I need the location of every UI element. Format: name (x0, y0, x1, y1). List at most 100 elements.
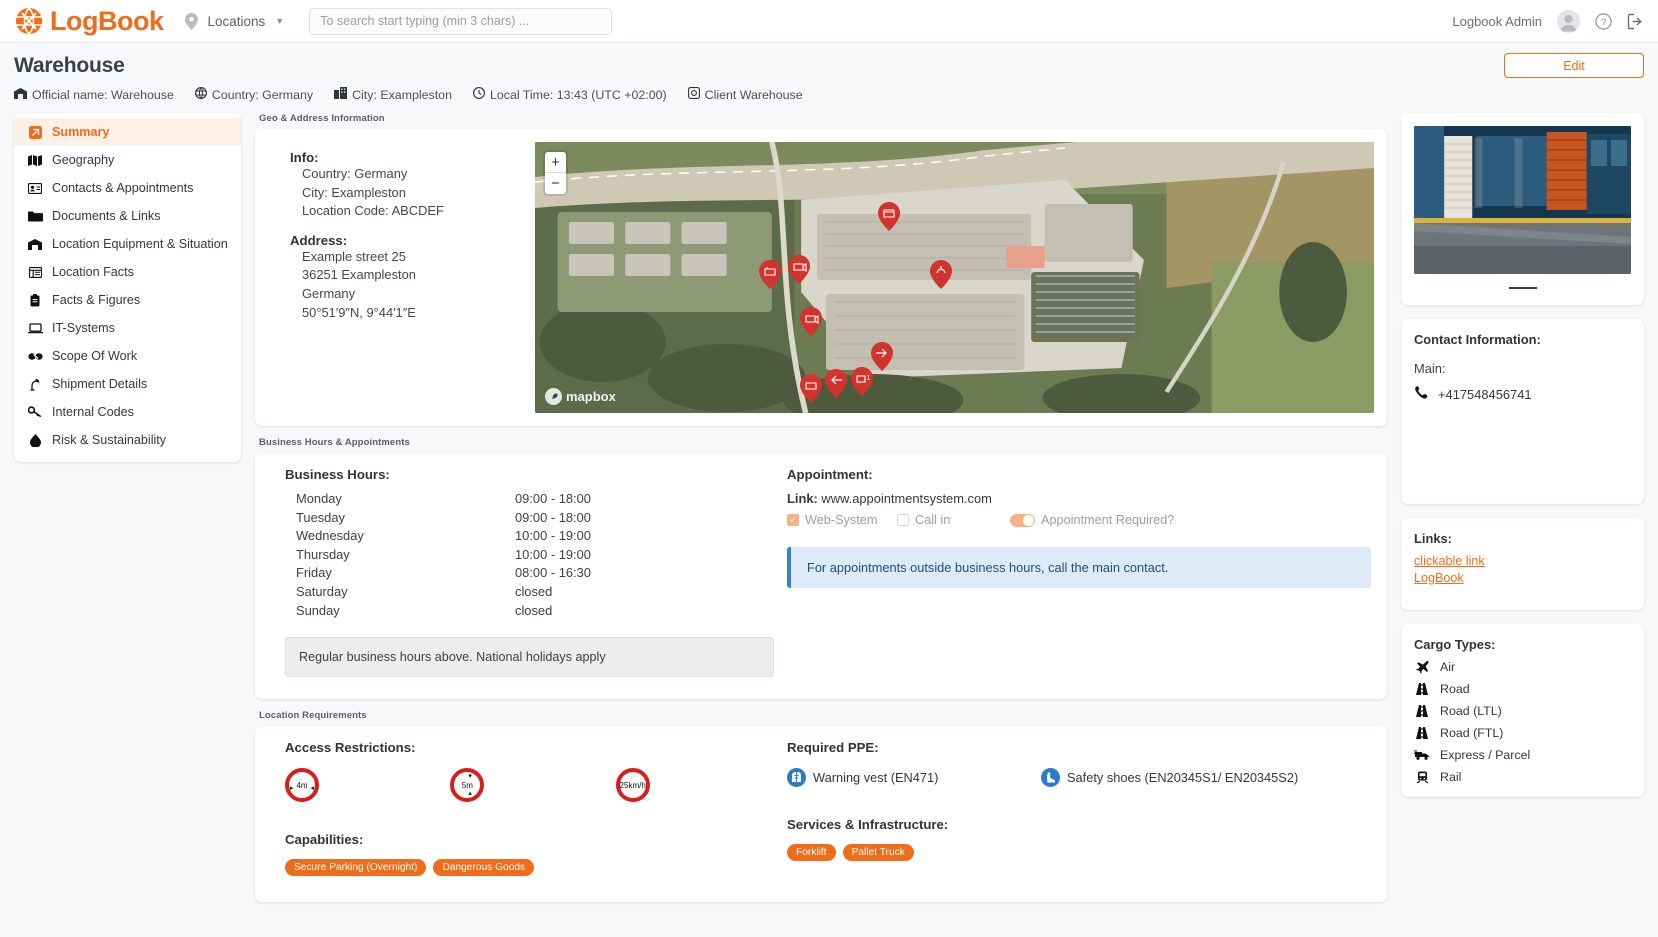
ppe-safety-shoes: Safety shoes (EN20345S1/ EN20345S2) (1041, 768, 1298, 787)
hours-row: Saturdayclosed (285, 583, 781, 602)
hours-time: 09:00 - 18:00 (515, 509, 591, 528)
map-zoom-out-button[interactable]: − (545, 173, 566, 194)
brand-name: LogBook (50, 6, 163, 37)
help-icon[interactable]: ? (1595, 13, 1612, 30)
map-marker[interactable]: 1 (851, 367, 873, 396)
road-icon (1414, 727, 1430, 739)
info-location-code: Location Code: ABCDEF (290, 202, 522, 221)
search-container[interactable] (309, 8, 612, 35)
map-marker[interactable] (759, 260, 781, 289)
map-zoom-in-button[interactable]: + (545, 152, 566, 173)
web-system-label: Web-System (805, 513, 877, 527)
page-meta-row: Official name: Warehouse Country: German… (14, 87, 1644, 102)
location-requirements-card: Access Restrictions: ▸ 4m ◂ ▾ (255, 726, 1387, 902)
capabilities-title: Capabilities: (285, 832, 781, 847)
summary-icon (27, 126, 43, 139)
folder-icon (27, 211, 43, 222)
hours-time: closed (515, 583, 552, 602)
photo-carousel-indicator[interactable] (1509, 287, 1537, 289)
cargo-type-express-parcel: Express / Parcel (1414, 748, 1631, 762)
hours-day: Monday (285, 490, 515, 509)
appointment-required-toggle[interactable]: Appointment Required? (1010, 513, 1174, 527)
cargo-type-road-ftl: Road (FTL) (1414, 726, 1631, 740)
warehouse-icon (27, 239, 43, 250)
sign-slot: ▸ 4m ◂ (285, 768, 450, 802)
business-hours-card: Business Hours: Monday09:00 - 18:00 Tues… (255, 453, 1387, 699)
meta-official-name: Official name: Warehouse (14, 88, 174, 102)
sidebar-item-risk-sustainability[interactable]: Risk & Sustainability (14, 426, 241, 454)
chevron-down-icon: ▼ (275, 16, 284, 26)
sidebar-item-facts-figures[interactable]: Facts & Figures (14, 286, 241, 314)
address-coordinates: 50°51′9″N, 9°44′1″E (290, 304, 522, 323)
sidebar-item-label: Shipment Details (52, 377, 147, 391)
ppe-warning-vest: Warning vest (EN471) (787, 768, 1041, 787)
sidebar-column: Summary Geography Contacts & Appointment… (14, 113, 241, 462)
hours-day: Wednesday (285, 527, 515, 546)
appointment-link-row: Link: www.appointmentsystem.com (787, 491, 1371, 506)
sidebar-item-label: Contacts & Appointments (52, 181, 193, 195)
sidebar-item-location-equipment[interactable]: Location Equipment & Situation (14, 230, 241, 258)
appointment-block: Appointment: Link: www.appointmentsystem… (781, 467, 1371, 677)
sign-value: 5m (462, 781, 473, 790)
cargo-type-road: Road (1414, 682, 1631, 696)
map-marker[interactable] (825, 369, 847, 398)
clipboard-icon (27, 294, 43, 307)
map-marker[interactable] (788, 255, 810, 284)
ppe-list: Warning vest (EN471) Safety shoes (EN203… (787, 768, 1371, 787)
link-logbook[interactable]: LogBook (1414, 571, 1631, 585)
logout-icon[interactable] (1627, 13, 1644, 30)
hours-time: closed (515, 602, 552, 621)
appointment-required-label: Appointment Required? (1041, 513, 1174, 527)
call-in-checkbox[interactable]: Call in (897, 513, 1010, 527)
sidebar-item-label: Summary (52, 125, 109, 139)
sidebar-item-location-facts[interactable]: Location Facts (14, 258, 241, 286)
plane-icon (1414, 661, 1430, 674)
map-marker[interactable] (871, 342, 893, 371)
geo-section-label: Geo & Address Information (259, 113, 1387, 124)
svg-text:1: 1 (867, 375, 871, 382)
cargo-label: Road (LTL) (1440, 704, 1502, 718)
logbook-globe-icon (14, 6, 44, 36)
sidebar-item-scope-of-work[interactable]: Scope Of Work (14, 342, 241, 370)
map-marker[interactable] (930, 260, 952, 289)
service-chip: Forklift (787, 844, 836, 861)
sidebar-item-it-systems[interactable]: IT-Systems (14, 314, 241, 342)
checkbox-checked-icon: ✓ (787, 514, 799, 526)
map-marker[interactable] (800, 374, 822, 403)
edit-button[interactable]: Edit (1504, 53, 1644, 78)
sidebar-item-contacts[interactable]: Contacts & Appointments (14, 174, 241, 202)
sidebar-item-shipment-details[interactable]: Shipment Details (14, 370, 241, 398)
sidebar-item-summary[interactable]: Summary (14, 118, 241, 146)
contact-information-card: Contact Information: Main: +417548456741 (1401, 319, 1644, 504)
clock-icon (473, 87, 485, 102)
sidebar-item-documents[interactable]: Documents & Links (14, 202, 241, 230)
contact-phone-number[interactable]: +417548456741 (1438, 387, 1532, 402)
sidebar-item-label: Internal Codes (52, 405, 134, 419)
warehouse-photo[interactable] (1414, 126, 1631, 274)
map-marker[interactable] (878, 202, 900, 231)
map-zoom-controls[interactable]: + − (545, 152, 566, 194)
main-column: Geo & Address Information Info: Country:… (255, 113, 1387, 913)
address-country: Germany (290, 285, 522, 304)
cargo-label: Express / Parcel (1440, 748, 1530, 762)
satellite-map[interactable]: + − mapbox 1 (535, 142, 1374, 413)
services-title: Services & Infrastructure: (787, 817, 1371, 832)
link-clickable-link[interactable]: clickable link (1414, 554, 1631, 568)
user-avatar-icon[interactable] (1557, 10, 1580, 33)
web-system-checkbox[interactable]: ✓ Web-System (787, 513, 897, 527)
hours-row: Tuesday09:00 - 18:00 (285, 509, 781, 528)
meta-client: Client Warehouse (688, 87, 803, 102)
list-icon (27, 267, 43, 278)
sidebar-item-internal-codes[interactable]: Internal Codes (14, 398, 241, 426)
appointment-link-value[interactable]: www.appointmentsystem.com (821, 491, 992, 506)
sidebar-item-geography[interactable]: Geography (14, 146, 241, 174)
brand-logo[interactable]: LogBook (14, 6, 163, 37)
hours-row: Wednesday10:00 - 19:00 (285, 527, 781, 546)
business-hours-note: Regular business hours above. National h… (285, 637, 774, 677)
search-input[interactable] (320, 14, 601, 28)
map-marker[interactable] (800, 307, 822, 336)
business-hours-table: Monday09:00 - 18:00 Tuesday09:00 - 18:00… (285, 490, 781, 620)
geo-info-block: Info: Country: Germany City: Exampleston… (268, 142, 522, 413)
meta-city: City: Exampleston (334, 87, 452, 102)
locations-dropdown[interactable]: Locations ▼ (207, 14, 284, 29)
